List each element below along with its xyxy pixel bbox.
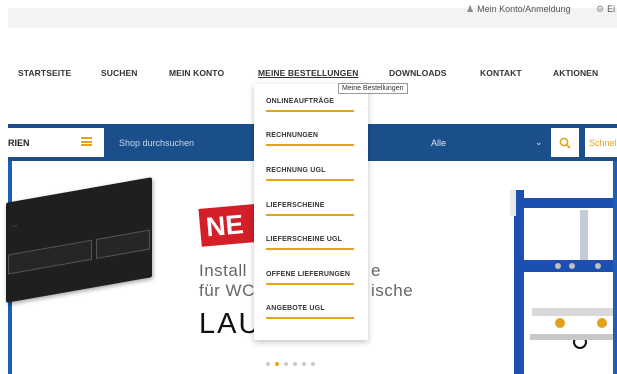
slider-dot[interactable] xyxy=(284,362,288,366)
chevron-down-icon[interactable]: ⌄ xyxy=(535,137,543,148)
nav-meine-bestellungen[interactable]: MEINE BESTELLUNGEN xyxy=(258,68,359,78)
installation-frame-image xyxy=(510,190,617,374)
menu-item-underline xyxy=(266,110,354,112)
nav-aktionen[interactable]: AKTIONEN xyxy=(553,68,598,78)
quick-order-label: Schnel xyxy=(589,138,617,148)
hamburger-icon[interactable] xyxy=(81,137,92,146)
menu-item-underline xyxy=(266,179,354,181)
search-input[interactable]: Shop durchsuchen xyxy=(119,138,194,148)
menu-item-rechnung-ugl[interactable]: RECHNUNG UGL xyxy=(266,167,354,181)
menu-item-label: RECHNUNGEN xyxy=(266,132,319,139)
hero-headline-line2: für WC xyxy=(199,281,255,300)
category-menu-label: RIEN xyxy=(8,138,30,148)
menu-item-label: LIEFERSCHEINE UGL xyxy=(266,236,343,243)
orders-dropdown-menu: ONLINEAUFTRÄGE RECHNUNGEN RECHNUNG UGL L… xyxy=(254,84,368,340)
menu-item-label: LIEFERSCHEINE xyxy=(266,202,325,209)
slider-dot[interactable] xyxy=(302,362,306,366)
nav-kontakt[interactable]: KONTAKT xyxy=(480,68,522,78)
menu-item-label: ONLINEAUFTRÄGE xyxy=(266,98,335,105)
quick-order-button[interactable]: Schnel xyxy=(585,128,617,157)
nav-startseite[interactable]: STARTSEITE xyxy=(18,68,71,78)
plate-logo: — xyxy=(12,222,17,230)
search-icon xyxy=(559,137,571,149)
menu-item-onlineauftraege[interactable]: ONLINEAUFTRÄGE xyxy=(266,98,354,112)
hero-headline-line2-tail: ische xyxy=(371,281,414,300)
menu-item-underline xyxy=(266,248,354,250)
gear-icon: ⚙ xyxy=(596,4,605,14)
nav-downloads[interactable]: DOWNLOADS xyxy=(389,68,447,78)
account-login-link[interactable]: ♟ Mein Konto/Anmeldung xyxy=(466,4,571,15)
user-icon: ♟ xyxy=(466,4,475,14)
settings-link[interactable]: ⚙ Ei xyxy=(596,4,615,15)
plate-button-left xyxy=(8,239,92,275)
menu-item-lieferscheine-ugl[interactable]: LIEFERSCHEINE UGL xyxy=(266,236,354,250)
plate-button-right xyxy=(96,229,150,260)
menu-item-underline xyxy=(266,317,354,319)
slider-dot[interactable] xyxy=(293,362,297,366)
menu-item-lieferscheine[interactable]: LIEFERSCHEINE xyxy=(266,202,354,216)
menu-item-angebote-ugl[interactable]: ANGEBOTE UGL xyxy=(266,305,354,319)
search-scope-select[interactable]: Alle xyxy=(431,138,446,148)
page: ♟ Mein Konto/Anmeldung ⚙ Ei STARTSEITE SUC… xyxy=(0,0,617,374)
hero-headline-line1-tail: e xyxy=(371,261,381,280)
menu-item-underline xyxy=(266,283,354,285)
menu-item-rechnungen[interactable]: RECHNUNGEN xyxy=(266,132,354,146)
menu-item-offene-lieferungen[interactable]: OFFENE LIEFERUNGEN xyxy=(266,271,354,285)
slider-dot[interactable] xyxy=(266,362,270,366)
settings-link-label: Ei xyxy=(607,4,616,14)
nav-suchen[interactable]: SUCHEN xyxy=(101,68,138,78)
nav-tooltip: Meine Bestellungen xyxy=(338,83,408,94)
hero-headline-line1: Install xyxy=(199,261,247,280)
slider-dot-active[interactable] xyxy=(275,362,279,366)
menu-item-label: OFFENE LIEFERUNGEN xyxy=(266,271,351,278)
slider-dot[interactable] xyxy=(311,362,315,366)
menu-item-label: ANGEBOTE UGL xyxy=(266,305,325,312)
hero-right-strip xyxy=(613,161,617,374)
nav-mein-konto[interactable]: MEIN KONTO xyxy=(169,68,224,78)
account-login-label: Mein Konto/Anmeldung xyxy=(477,4,571,14)
menu-item-label: RECHNUNG UGL xyxy=(266,167,326,174)
hero-brand-logo: LAU xyxy=(199,308,262,340)
menu-item-underline xyxy=(266,214,354,216)
flush-plate-image: — xyxy=(6,177,152,303)
menu-item-underline xyxy=(266,144,354,146)
search-button[interactable] xyxy=(551,128,579,157)
slider-dots xyxy=(266,362,315,366)
